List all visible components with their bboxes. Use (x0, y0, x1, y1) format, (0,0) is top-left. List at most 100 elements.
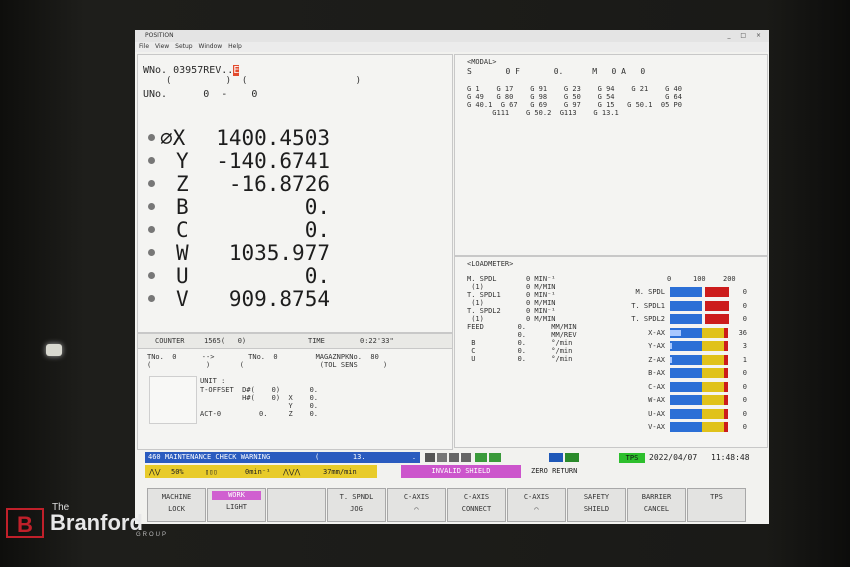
load-bar-label: X-AX (648, 328, 665, 337)
scale-100: 100 (693, 275, 706, 283)
softkey-6[interactable]: C-AXIS CONNECT (447, 488, 506, 522)
softkey-line-2: SHIELD (583, 505, 610, 513)
softkey-7[interactable]: C-AXIS ⌒ (507, 488, 566, 522)
alarm-text: 460 MAINTENANCE CHECK WARNING (148, 453, 271, 461)
loadmeter-values: M. SPDL 0 MIN⁻¹ (1) 0 M/MIN T. SPDL1 0 M… (467, 275, 577, 363)
tool-pane: TNo. 0 --> TNo. 0 MAGAZNPKNo. 80 ( ) ( (… (137, 348, 453, 450)
unit-label: UNIT : (200, 377, 226, 385)
menubar: File View Setup Window Help (135, 42, 769, 52)
load-bar-value: 36 (738, 328, 747, 337)
load-bar-fill (670, 356, 672, 363)
softkey-line-1: C-AXIS (403, 493, 430, 501)
load-bar-label: V-AX (648, 423, 665, 431)
logo-group: GROUP (136, 532, 169, 538)
load-bar-value: 0 (742, 301, 747, 310)
load-bar-label: U-AX (648, 409, 665, 418)
softkey-line-1: WORK (212, 491, 261, 500)
load-bar-value: 1 (742, 355, 747, 364)
menu-setup[interactable]: Setup (175, 43, 192, 50)
load-bar-label: Y-AX (648, 342, 665, 350)
load-bar-fill (670, 329, 681, 336)
load-bar-scale (670, 314, 702, 324)
axis-indicator (148, 134, 155, 141)
softkey-1[interactable]: MACHINE LOCK (147, 488, 206, 522)
softkey-10[interactable]: TPS (687, 488, 746, 522)
tps-indicator: TPS (619, 453, 645, 463)
load-bar-limit (702, 354, 724, 365)
spindle-rate: 0min⁻¹ (245, 468, 271, 476)
softkey-line-1: MACHINE (161, 493, 192, 501)
uno-label: UNo. (143, 89, 168, 100)
load-bar-label: Z-AX (648, 355, 665, 364)
load-bar-scale (670, 381, 702, 392)
menu-file[interactable]: File (139, 43, 149, 50)
scale-0: 0 (667, 275, 672, 283)
scale-200: 200 (723, 275, 736, 283)
wno-comment: ( ) ( ) (166, 76, 362, 86)
load-bar-scale (670, 368, 702, 378)
axis-value: 909.8754 (228, 287, 330, 311)
alarm-bar: 460 MAINTENANCE CHECK WARNING ( 13. . ) (145, 452, 463, 463)
load-bar-scale (670, 287, 702, 297)
softkey-line-1: SAFETY (583, 493, 610, 501)
load-bar-scale (670, 354, 702, 365)
menu-help[interactable]: Help (228, 43, 242, 50)
feed-override-icon: ⋀⋁ (149, 468, 161, 476)
load-bar-scale (670, 395, 702, 405)
axis-indicator (148, 295, 155, 302)
feed-rate: 37mm/min (323, 468, 357, 476)
softkey-line-1: C-AXIS (523, 493, 550, 501)
zero-return-indicator: ZERO RETURN (531, 467, 578, 475)
softkey-line-2: ⌒ (534, 505, 539, 513)
load-bar-limit (702, 381, 724, 392)
load-bar-value: 0 (742, 423, 747, 431)
load-bar-scale (670, 341, 702, 351)
counter-bar: COUNTER 1565( 0) TIME 0:22'33" (137, 333, 453, 349)
menu-view[interactable]: View (155, 43, 169, 50)
window-controls[interactable]: _ □ × (727, 32, 765, 39)
softkey-5[interactable]: C-AXIS ⌒ (387, 488, 446, 522)
window-titlebar: POSITION _ □ × (135, 30, 769, 42)
t-offset-block: T-OFFSET D#( 0) 0. H#( 0) X 0. Y 0. ACT-… (200, 386, 319, 418)
load-bar-value: 0 (742, 288, 747, 296)
uno-line: UNo. 0 - 0 (143, 89, 257, 100)
softkey-3[interactable] (267, 488, 326, 522)
softkey-line-2: LIGHT (225, 503, 248, 511)
softkey-2[interactable]: WORK LIGHT (207, 488, 266, 522)
window-title: POSITION (145, 32, 174, 39)
date-display: 2022/04/07 (649, 453, 698, 462)
modal-sfm: S 0 F 0. M 0 A 0 (467, 67, 646, 76)
load-bar-value: 3 (742, 342, 747, 350)
softkey-8[interactable]: SAFETY SHIELD (567, 488, 626, 522)
load-bar-label: T. SPDL2 (631, 315, 665, 323)
load-bar-scale (670, 300, 702, 311)
modal-header: <MODAL> (467, 58, 497, 66)
menu-window[interactable]: Window (199, 43, 223, 50)
loadmeter-header: <LOADMETER> (467, 260, 514, 268)
load-bar-overload (724, 422, 728, 432)
status-icon-6 (489, 453, 501, 462)
axis-indicator (148, 180, 155, 187)
axis-indicator (148, 203, 155, 210)
override-bar: ⋀⋁ 50% ▯▯▯ 0min⁻¹ ⋀⋁⋀ 37mm/min (145, 465, 377, 478)
axis-value: 0. (304, 218, 330, 242)
logo-name: Branford (50, 510, 143, 535)
time-label: TIME (308, 337, 325, 345)
edit-cursor[interactable]: E (233, 65, 240, 76)
load-bar-overload (724, 354, 728, 365)
loadmeter-pane: <LOADMETER> M. SPDL 0 MIN⁻¹ (1) 0 M/MIN … (454, 256, 768, 448)
load-bar-overload (724, 408, 728, 419)
uno-value: 0 - 0 (203, 89, 258, 100)
load-bar-label: B-AX (648, 369, 665, 377)
status-icon-2 (437, 453, 447, 462)
load-bar-value: 0 (742, 396, 747, 404)
wno-value: 03957REV.. (173, 65, 234, 76)
tool-line-2: ( ) ( (TOL SENS ) (147, 361, 388, 369)
tool-line-1: TNo. 0 --> TNo. 0 MAGAZNPKNo. 80 (147, 353, 379, 361)
softkey-4[interactable]: T. SPNDL JOG (327, 488, 386, 522)
softkey-line-2: ⌒ (414, 505, 419, 513)
softkey-9[interactable]: BARRIER CANCEL (627, 488, 686, 522)
status-icon-1 (425, 453, 435, 462)
softkey-line-1: T. SPNDL (339, 493, 374, 501)
load-bar-limit (702, 368, 724, 378)
